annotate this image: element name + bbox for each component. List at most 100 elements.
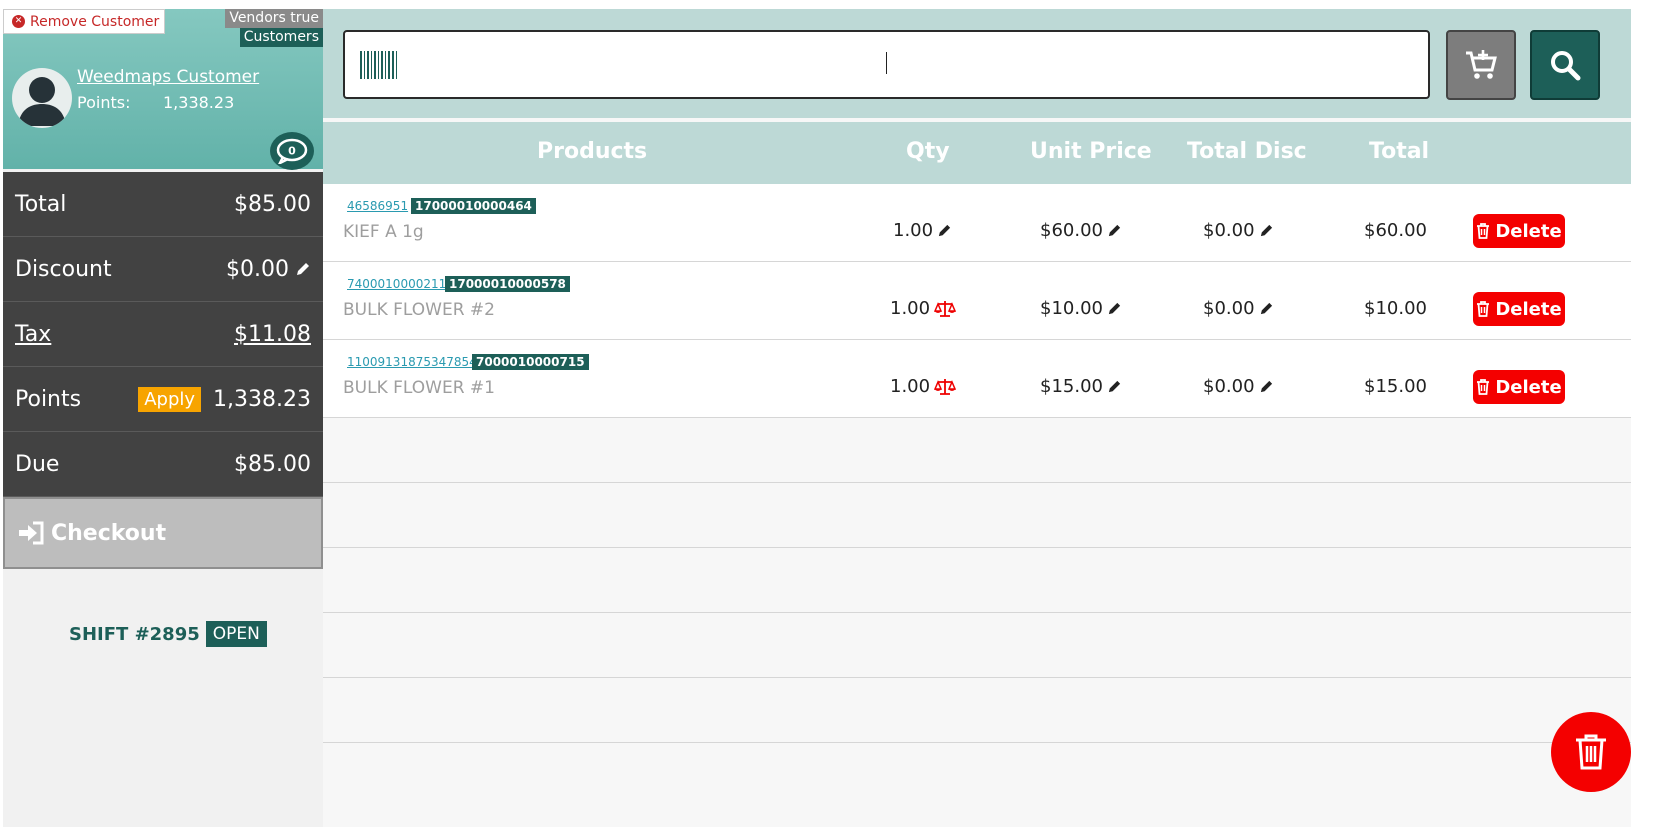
shift-open-badge: OPEN [205, 621, 267, 647]
order-summary: Total $85.00 Discount $0.00 Tax $11.08 P… [3, 172, 323, 497]
header-unit-price: Unit Price [1030, 139, 1152, 164]
header-qty: Qty [906, 139, 950, 164]
header-total-disc: Total Disc [1187, 139, 1307, 164]
avatar [12, 68, 72, 128]
trash-icon [1477, 379, 1490, 395]
tax-value[interactable]: $11.08 [234, 322, 311, 347]
customer-card: ✕ Remove Customer Vendors true Customers… [3, 9, 323, 170]
product-name: KIEF A 1g [343, 222, 424, 242]
scale-icon[interactable] [934, 378, 957, 396]
remove-customer-label: Remove Customer [30, 13, 160, 30]
total-disc-value: $0.00 [1203, 220, 1255, 241]
qty-cell: 1.00 [890, 298, 957, 319]
scale-icon[interactable] [934, 300, 957, 318]
summary-points-row: Points Apply 1,338.23 [3, 367, 323, 432]
unit-price-cell: $15.00 [1040, 376, 1122, 397]
total-label: Total [15, 191, 67, 217]
table-row: 7400010000211 17000010000578 BULK FLOWER… [323, 262, 1631, 340]
barcode-badge: 17000010000464 [411, 198, 536, 214]
customers-tag: Customers [239, 28, 323, 47]
table-row: 46586951 17000010000464 KIEF A 1g 1.00 $… [323, 184, 1631, 262]
points-row-value: 1,338.23 [213, 386, 311, 412]
delete-button[interactable]: Delete [1473, 370, 1565, 404]
search-button[interactable] [1530, 30, 1600, 100]
delete-button[interactable]: Delete [1473, 292, 1565, 326]
unit-price-cell: $10.00 [1040, 298, 1122, 319]
remove-customer-button[interactable]: ✕ Remove Customer [3, 9, 165, 34]
text-caret [886, 52, 887, 74]
table-header: Products Qty Unit Price Total Disc Total [323, 122, 1631, 184]
delete-label: Delete [1495, 298, 1562, 320]
barcode-badge: 7000010000715 [472, 354, 589, 370]
total-disc-cell: $0.00 [1203, 220, 1274, 241]
summary-discount-row[interactable]: Discount $0.00 [3, 237, 323, 302]
trash-icon [1477, 223, 1490, 239]
total-disc-cell: $0.00 [1203, 298, 1274, 319]
sku-link[interactable]: 11009131875347854 [347, 355, 477, 369]
customer-name-link[interactable]: Weedmaps Customer [77, 67, 259, 87]
total-disc-value: $0.00 [1203, 298, 1255, 319]
header-products: Products [537, 139, 648, 164]
qty-value: 1.00 [893, 220, 934, 241]
total-value: $15.00 [1364, 376, 1427, 397]
delete-label: Delete [1495, 220, 1562, 242]
pencil-icon[interactable] [1259, 379, 1274, 394]
total-value: $85.00 [234, 191, 311, 217]
cart-plus-icon [1466, 50, 1497, 79]
pencil-icon[interactable] [1107, 301, 1122, 316]
unit-price-value: $60.00 [1040, 220, 1103, 241]
points-value: 1,338.23 [163, 93, 235, 112]
pencil-icon[interactable] [937, 223, 952, 238]
unit-price-value: $10.00 [1040, 298, 1103, 319]
sku-link[interactable]: 46586951 [347, 199, 408, 213]
checkout-button[interactable]: Checkout [3, 497, 323, 569]
delete-button[interactable]: Delete [1473, 214, 1565, 248]
product-name: BULK FLOWER #2 [343, 300, 495, 320]
add-to-cart-button[interactable] [1446, 30, 1516, 100]
barcode-icon [360, 51, 397, 79]
user-icon [18, 77, 66, 126]
due-value: $85.00 [234, 451, 311, 477]
unit-price-cell: $60.00 [1040, 220, 1122, 241]
view-messages-button[interactable]: 0 [270, 132, 314, 170]
shift-label: SHIFT #2895 [69, 623, 200, 645]
header-total: Total [1369, 139, 1430, 164]
empty-row [323, 678, 1631, 743]
pencil-icon[interactable] [295, 261, 311, 277]
discount-label: Discount [15, 256, 112, 282]
empty-row [323, 548, 1631, 613]
delete-label: Delete [1495, 376, 1562, 398]
search-icon [1551, 51, 1581, 81]
table-row: 11009131875347854 7000010000715 BULK FLO… [323, 340, 1631, 418]
shift-status: SHIFT #2895 OPEN [69, 621, 267, 647]
trash-icon [1477, 301, 1490, 317]
pencil-icon[interactable] [1259, 223, 1274, 238]
vendors-tag: Vendors true [225, 9, 323, 28]
pos-app: ✕ Remove Customer Vendors true Customers… [0, 0, 1656, 833]
message-eye-icon: 0 [276, 138, 308, 164]
summary-due-row: Due $85.00 [3, 432, 323, 497]
sku-link[interactable]: 7400010000211 [347, 277, 446, 291]
trash-icon [1576, 734, 1606, 770]
total-disc-value: $0.00 [1203, 376, 1255, 397]
total-disc-cell: $0.00 [1203, 376, 1274, 397]
message-count: 0 [288, 145, 296, 158]
cart-table-body: 46586951 17000010000464 KIEF A 1g 1.00 $… [323, 184, 1631, 743]
pencil-icon[interactable] [1259, 301, 1274, 316]
tax-label[interactable]: Tax [15, 322, 51, 347]
qty-cell: 1.00 [890, 376, 957, 397]
qty-cell: 1.00 [893, 220, 952, 241]
pencil-icon[interactable] [1107, 223, 1122, 238]
barcode-badge: 17000010000578 [445, 276, 570, 292]
sign-in-icon [19, 521, 44, 545]
clear-cart-button[interactable] [1551, 712, 1631, 792]
product-name: BULK FLOWER #1 [343, 378, 495, 398]
summary-tax-row[interactable]: Tax $11.08 [3, 302, 323, 367]
total-value: $60.00 [1364, 220, 1427, 241]
empty-row [323, 483, 1631, 548]
qty-value: 1.00 [890, 376, 931, 397]
apply-points-button[interactable]: Apply [138, 386, 202, 412]
points-row-label: Points [15, 386, 82, 412]
pencil-icon[interactable] [1107, 379, 1122, 394]
total-value: $10.00 [1364, 298, 1427, 319]
